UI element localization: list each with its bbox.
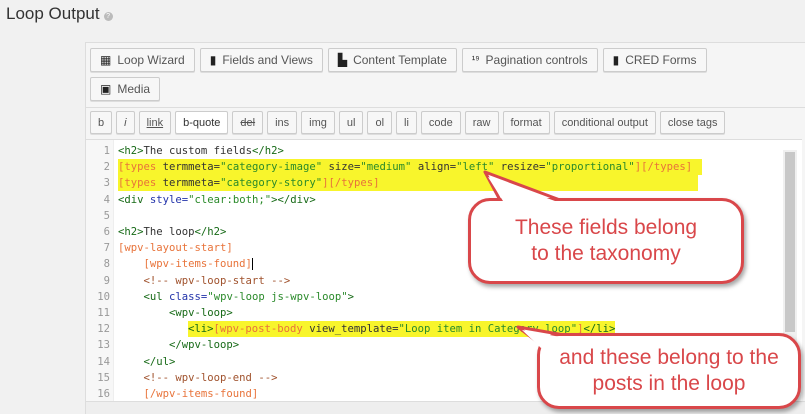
callout-tail-joins	[488, 177, 566, 348]
